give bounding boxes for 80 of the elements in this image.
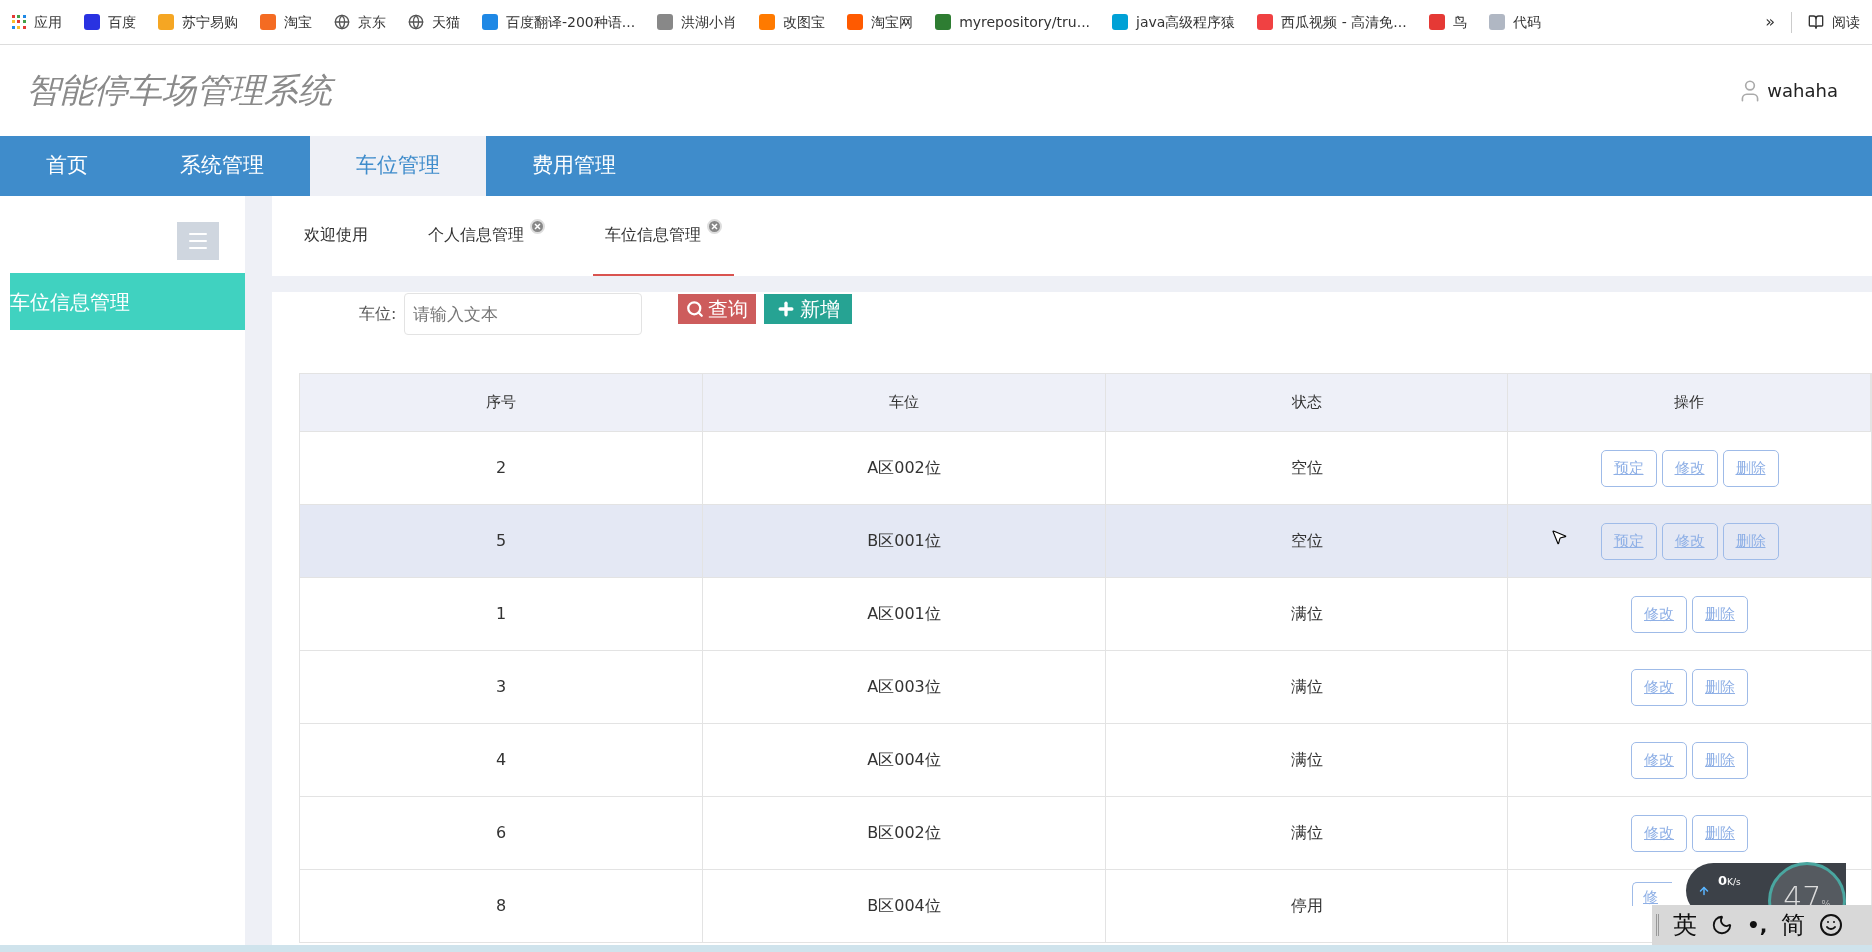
emoji-icon[interactable] bbox=[1819, 913, 1844, 937]
bookmark-item[interactable]: 百度 bbox=[84, 11, 136, 33]
bookmark-item[interactable]: 洪湖小肖 bbox=[657, 11, 738, 33]
table-cell-text: 3 bbox=[495, 676, 507, 698]
query-button[interactable]: 查询 bbox=[678, 294, 757, 324]
column-header: 状态 bbox=[1291, 392, 1322, 414]
table-cell-text: 5 bbox=[495, 530, 507, 552]
bookmark-item[interactable]: 改图宝 bbox=[759, 11, 826, 33]
site-icon bbox=[759, 14, 776, 30]
table-cell-text: B区001位 bbox=[867, 530, 941, 552]
more-bookmarks-button[interactable]: » bbox=[1765, 10, 1775, 34]
table-cell-text: 满位 bbox=[1290, 749, 1323, 771]
table-cell-text: A区003位 bbox=[867, 676, 941, 698]
bookmark-item[interactable]: 百度翻译-200种语... bbox=[482, 11, 636, 33]
reading-list-icon bbox=[1808, 14, 1824, 30]
table-cell-text: 空位 bbox=[1290, 457, 1323, 479]
table-cell-text: B区002位 bbox=[867, 822, 941, 844]
site-icon bbox=[657, 14, 674, 30]
bookmark-item[interactable]: 代码 bbox=[1488, 11, 1541, 33]
bookmark-item[interactable]: 淘宝 bbox=[260, 11, 312, 33]
mouse-cursor-icon bbox=[1550, 528, 1568, 546]
globe-icon bbox=[408, 14, 424, 30]
table-cell-text: 8 bbox=[495, 895, 507, 917]
page-tab[interactable]: 个人信息管理 bbox=[416, 196, 557, 276]
close-icon[interactable] bbox=[530, 218, 545, 234]
reading-mode-button[interactable]: 阅读 bbox=[1791, 11, 1860, 33]
table-cell-text: 2 bbox=[495, 457, 507, 479]
column-header: 操作 bbox=[1674, 392, 1704, 414]
bookmark-item[interactable]: 淘宝网 bbox=[847, 11, 914, 33]
bookmark-item[interactable]: myrepository/tru... bbox=[935, 11, 1091, 33]
table-cell-text: 满位 bbox=[1290, 822, 1323, 844]
table-cell-text: 6 bbox=[495, 822, 507, 844]
table-cell-text: 空位 bbox=[1290, 530, 1323, 552]
menu-toggle-button[interactable] bbox=[177, 222, 219, 260]
search-field[interactable]: 请输入文本 bbox=[404, 293, 643, 335]
column-header: 车位 bbox=[889, 392, 919, 414]
search-icon bbox=[686, 300, 705, 318]
globe-icon bbox=[334, 14, 350, 30]
site-icon bbox=[935, 14, 952, 30]
site-icon bbox=[158, 14, 174, 30]
column-header: 序号 bbox=[486, 392, 516, 414]
ime-mode-button[interactable]: 英 bbox=[1673, 907, 1697, 943]
close-icon[interactable] bbox=[707, 218, 722, 234]
moon-icon[interactable] bbox=[1711, 914, 1733, 936]
table-cell-text: A区004位 bbox=[867, 749, 941, 771]
nav-tab[interactable]: 费用管理 bbox=[486, 136, 662, 196]
site-icon bbox=[1488, 14, 1505, 30]
upload-arrow-icon bbox=[1698, 884, 1710, 897]
table-cell-text: A区001位 bbox=[867, 603, 941, 625]
ime-script-button[interactable]: 简 bbox=[1781, 907, 1806, 943]
bookmark-item[interactable]: 天猫 bbox=[408, 11, 460, 33]
ime-punctuation-button[interactable]: •, bbox=[1747, 910, 1768, 940]
table-cell-text: 4 bbox=[495, 749, 507, 771]
table-cell-text: 停用 bbox=[1290, 895, 1323, 917]
table-cell-text: 满位 bbox=[1290, 676, 1323, 698]
site-icon bbox=[1428, 14, 1445, 30]
site-icon bbox=[847, 14, 864, 30]
page-tab[interactable]: 车位信息管理 bbox=[593, 196, 734, 276]
site-icon bbox=[84, 14, 100, 30]
bookmark-item[interactable]: 鸟 bbox=[1428, 11, 1467, 33]
table-cell-text: 满位 bbox=[1290, 603, 1323, 625]
user-name: wahaha bbox=[1767, 79, 1838, 103]
upload-speed: 0K/s bbox=[1718, 871, 1741, 890]
bookmark-item[interactable]: 苏宁易购 bbox=[158, 11, 238, 33]
apps-grid-icon bbox=[12, 15, 26, 29]
table-cell-text: B区004位 bbox=[867, 895, 941, 917]
bookmark-item[interactable]: 西瓜视频 - 高清免... bbox=[1257, 11, 1407, 33]
site-icon bbox=[260, 14, 276, 30]
bookmark-item[interactable]: java高级程序猿 bbox=[1112, 11, 1236, 33]
page-tab[interactable]: 欢迎使用 bbox=[292, 196, 380, 276]
table-cell-text: 1 bbox=[495, 603, 507, 625]
search-label: 车位: bbox=[359, 303, 397, 325]
bookmark-item[interactable]: 京东 bbox=[334, 11, 386, 33]
table-cell-text: A区002位 bbox=[867, 457, 941, 479]
nav-tab[interactable]: 系统管理 bbox=[134, 136, 310, 196]
bookmark-item[interactable]: 应用 bbox=[12, 11, 62, 33]
site-icon bbox=[482, 14, 498, 30]
site-icon bbox=[1257, 14, 1274, 30]
nav-tab[interactable]: 首页 bbox=[0, 136, 134, 196]
site-icon bbox=[1112, 14, 1129, 30]
